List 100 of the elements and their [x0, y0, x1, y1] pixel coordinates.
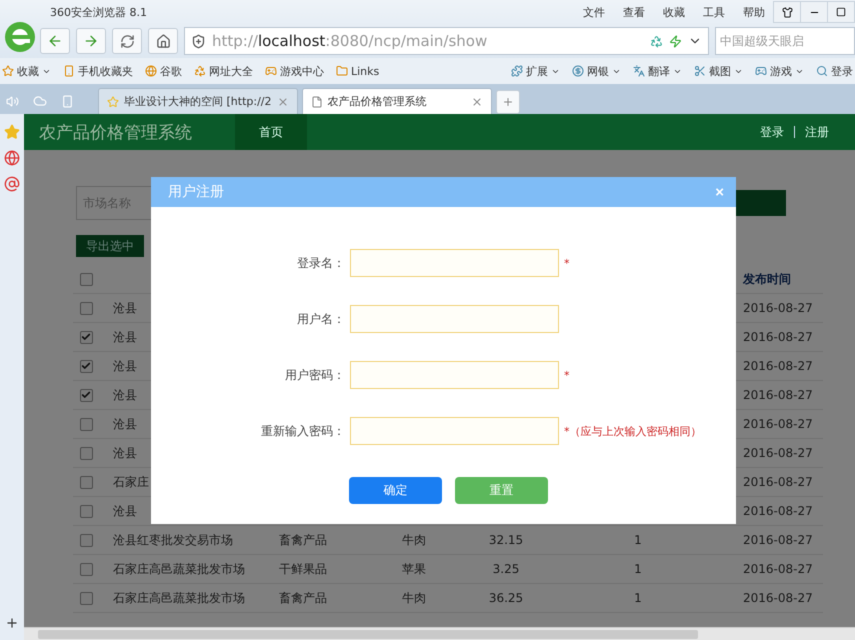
menu-item[interactable]: 文件	[583, 4, 605, 20]
close-icon[interactable]	[470, 96, 482, 108]
table-cell: 32.15	[488, 533, 524, 547]
row-checkbox[interactable]	[80, 446, 92, 460]
table-cell: 1	[634, 591, 642, 605]
row-checkbox[interactable]	[80, 592, 92, 604]
dialog-button[interactable]: 确定	[349, 477, 442, 504]
input-field[interactable]	[350, 305, 559, 333]
table-cell: 2016-08-27	[743, 504, 813, 518]
table-cell: 2016-08-27	[743, 533, 813, 547]
row-checkbox[interactable]	[80, 476, 92, 488]
table-cell: 沧县红枣批发交易市场	[113, 532, 233, 548]
required-note: *	[564, 369, 570, 382]
toolbar-item[interactable]: 翻译	[633, 64, 682, 78]
table-cell: 2016-08-27	[743, 301, 813, 315]
toolbar-item[interactable]: 登录	[816, 64, 853, 78]
bookmark-item[interactable]: Links	[336, 64, 380, 78]
row-checkbox[interactable]	[80, 302, 92, 314]
table-cell: 2016-08-27	[743, 591, 813, 605]
auth-link[interactable]: 登录	[760, 124, 784, 140]
star-icon	[107, 96, 119, 108]
table-cell: 沧县	[113, 328, 137, 346]
field-label: 用户密码：	[284, 366, 345, 384]
table-cell: 沧县	[113, 358, 137, 374]
row-checkbox[interactable]	[80, 562, 92, 576]
maximize-button[interactable]	[827, 1, 855, 23]
table-cell: 石家庄高邑蔬菜批发市场	[113, 560, 245, 578]
row-checkbox[interactable]	[80, 418, 92, 430]
skin-button[interactable]	[773, 1, 801, 23]
row-checkbox[interactable]	[80, 360, 92, 372]
table-cell: 苹果	[402, 560, 426, 578]
shield-icon	[191, 34, 206, 48]
column-header: 发布时间	[743, 270, 791, 288]
refresh-icon	[120, 34, 134, 48]
page-icon	[310, 96, 322, 108]
back-icon	[47, 33, 63, 49]
menu-item[interactable]: 收藏	[663, 4, 685, 20]
menu-item[interactable]: 帮助	[743, 4, 765, 20]
check-icon	[81, 332, 91, 342]
address-field[interactable]: http://localhost:8080/ncp/main/show	[184, 27, 709, 55]
check-icon	[81, 361, 91, 371]
table-cell: 36.25	[488, 591, 524, 605]
home-icon	[156, 34, 170, 48]
input-field[interactable]	[350, 249, 559, 277]
row-checkbox[interactable]	[80, 534, 92, 546]
home-button[interactable]	[148, 28, 178, 54]
table-cell: 2016-08-27	[743, 446, 813, 460]
star-icon[interactable]	[4, 124, 20, 140]
plus-icon	[502, 96, 514, 108]
table-cell: 2016-08-27	[743, 417, 813, 431]
input-field[interactable]	[350, 361, 559, 389]
speaker-icon[interactable]	[6, 94, 19, 108]
close-icon[interactable]	[276, 96, 288, 108]
row-checkbox[interactable]	[80, 330, 92, 344]
menu-item[interactable]: 查看	[623, 4, 645, 20]
auth-link[interactable]: 注册	[805, 124, 829, 140]
row-checkbox[interactable]	[80, 504, 92, 518]
table-cell: 石家庄高邑蔬菜批发市场	[113, 590, 245, 606]
table-cell: 2016-08-27	[743, 562, 813, 576]
table-cell: 2016-08-27	[743, 330, 813, 344]
toolbar-item[interactable]: 游戏	[755, 64, 804, 78]
table-cell: 沧县	[113, 386, 137, 404]
row-checkbox[interactable]	[80, 388, 92, 402]
horizontal-scrollbar[interactable]	[24, 627, 855, 640]
toolbar-item[interactable]: 网银	[572, 64, 621, 78]
field-label: 重新输入密码：	[260, 422, 345, 440]
bookmark-item[interactable]: 收藏	[2, 64, 51, 78]
mail-icon[interactable]	[4, 176, 20, 192]
bookmark-item[interactable]: 网址大全	[194, 64, 253, 78]
menu-item[interactable]: 工具	[703, 4, 725, 20]
table-cell: 1	[634, 533, 642, 547]
phone-icon[interactable]	[61, 94, 74, 108]
nav-link[interactable]: 首页	[235, 114, 307, 150]
forward-button[interactable]	[76, 28, 106, 54]
add-icon[interactable]	[5, 616, 19, 630]
table-cell: 2016-08-27	[743, 388, 813, 402]
new-tab-button[interactable]	[496, 90, 520, 114]
table-cell: 2016-08-27	[743, 475, 813, 489]
browser-tab[interactable]: 农产品价格管理系统	[302, 88, 492, 114]
bookmark-item[interactable]: 游戏中心	[265, 64, 324, 78]
table-cell: 畜禽产品	[279, 532, 327, 548]
table-cell: 石家庄	[113, 474, 149, 490]
bookmark-item[interactable]: 手机收藏夹	[63, 64, 133, 78]
table-cell: 沧县	[113, 502, 137, 520]
recycle-icon	[650, 34, 663, 48]
browser-logo-icon	[3, 20, 37, 54]
back-button[interactable]	[40, 28, 70, 54]
browser-tab[interactable]: 毕业设计大神的空间 [http://2	[98, 88, 298, 114]
window-title: 360安全浏览器 8.1	[50, 4, 148, 20]
shirt-icon	[782, 6, 792, 18]
table-cell: 沧县	[113, 300, 137, 316]
toolbar-item[interactable]: 扩展	[511, 64, 560, 78]
site-title: 农产品价格管理系统	[38, 122, 193, 144]
refresh-button[interactable]	[112, 28, 142, 54]
table-cell: 1	[634, 562, 642, 576]
cloud-icon[interactable]	[33, 94, 47, 108]
input-field[interactable]	[350, 417, 559, 445]
select-all-checkbox[interactable]	[80, 272, 92, 286]
bookmark-item[interactable]: 谷歌	[145, 64, 182, 78]
toolbar-item[interactable]: 截图	[694, 64, 743, 78]
